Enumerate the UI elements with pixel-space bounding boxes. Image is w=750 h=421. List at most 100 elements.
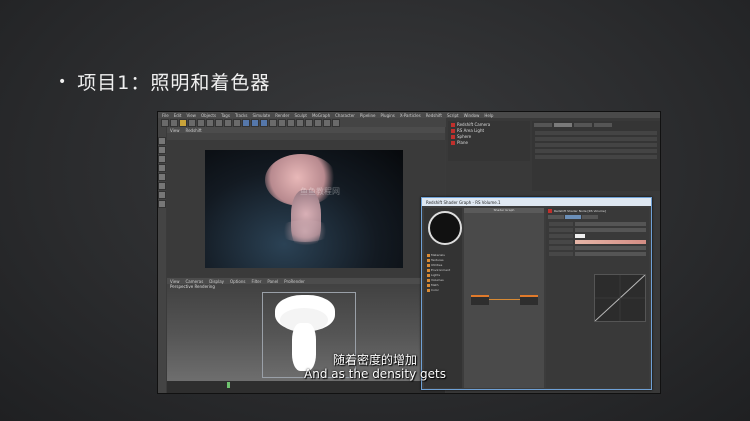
node-category[interactable]: Textures: [427, 258, 461, 262]
viewport-menu-item[interactable]: Panel: [267, 279, 278, 284]
node-category[interactable]: Math: [427, 283, 461, 287]
attribute-field[interactable]: [535, 137, 657, 141]
menu-item[interactable]: X-Particles: [400, 113, 421, 118]
subtitle-english: And as the density gets: [304, 367, 446, 381]
node-category[interactable]: Materials: [427, 253, 461, 257]
menu-item[interactable]: Plugins: [381, 113, 395, 118]
attribute-field[interactable]: [535, 155, 657, 159]
node-category[interactable]: Environment: [427, 268, 461, 272]
menu-item[interactable]: Character: [335, 113, 355, 118]
timeline-playhead[interactable]: [227, 382, 230, 388]
param-row[interactable]: [549, 228, 646, 232]
y-axis-icon[interactable]: [224, 118, 232, 127]
param-row[interactable]: [549, 234, 646, 238]
deformer-icon[interactable]: [305, 118, 313, 127]
menu-item[interactable]: Edit: [174, 113, 182, 118]
node-category[interactable]: Lights: [427, 273, 461, 277]
param-row[interactable]: [549, 222, 646, 226]
slide-title: • 项目1：照明和着色器: [58, 68, 270, 95]
attribute-tab[interactable]: [594, 123, 612, 127]
attribute-field[interactable]: [535, 149, 657, 153]
edges-mode-icon[interactable]: [158, 173, 166, 181]
model-mode-icon[interactable]: [158, 146, 166, 154]
menu-item[interactable]: View: [186, 113, 196, 118]
scale-tool-icon[interactable]: [197, 118, 205, 127]
node-category[interactable]: Volumes: [427, 278, 461, 282]
attribute-field[interactable]: [535, 143, 657, 147]
node-tab[interactable]: [565, 215, 581, 219]
object-row[interactable]: RS Area Light: [448, 128, 530, 133]
menu-item[interactable]: File: [162, 113, 169, 118]
select-tool-icon[interactable]: [179, 118, 187, 127]
viewport-menu-item[interactable]: View: [170, 128, 180, 133]
camera-icon[interactable]: [323, 118, 331, 127]
viewport-menu-item[interactable]: Cameras: [186, 279, 204, 284]
node-category-list: Materials Textures Utilities Environment…: [427, 252, 461, 292]
attribute-tab[interactable]: [574, 123, 592, 127]
menu-item[interactable]: Script: [447, 113, 459, 118]
snap-icon[interactable]: [158, 200, 166, 208]
attribute-tab[interactable]: [534, 123, 552, 127]
z-axis-icon[interactable]: [233, 118, 241, 127]
viewport-label: Perspective Rendering: [170, 284, 215, 289]
menu-item[interactable]: MoGraph: [312, 113, 330, 118]
render-icon[interactable]: [251, 118, 259, 127]
attribute-field[interactable]: [535, 131, 657, 135]
viewport-menu-item[interactable]: Filter: [251, 279, 261, 284]
menu-item[interactable]: Pipeline: [360, 113, 376, 118]
viewport-menu-item[interactable]: Options: [230, 279, 245, 284]
object-row[interactable]: Redshift Camera: [448, 122, 530, 127]
param-row[interactable]: [549, 246, 646, 250]
node-category[interactable]: Color: [427, 288, 461, 292]
object-row[interactable]: Sphere: [448, 134, 530, 139]
polygons-mode-icon[interactable]: [158, 182, 166, 190]
param-row[interactable]: [549, 240, 646, 244]
menu-item[interactable]: Sculpt: [294, 113, 307, 118]
menu-item[interactable]: Tags: [221, 113, 230, 118]
cloner-icon[interactable]: [296, 118, 304, 127]
undo-icon[interactable]: [161, 118, 169, 127]
param-row[interactable]: [549, 252, 646, 256]
menu-item[interactable]: Render: [275, 113, 289, 118]
node-tab[interactable]: [548, 215, 564, 219]
output-node[interactable]: [520, 295, 538, 305]
cube-icon[interactable]: [269, 118, 277, 127]
subtitle-chinese: 随着密度的增加: [332, 353, 417, 367]
viewport-toolbar: [167, 133, 445, 140]
timeline[interactable]: [167, 381, 445, 393]
menu-item[interactable]: Tracks: [235, 113, 248, 118]
menu-item[interactable]: Objects: [201, 113, 216, 118]
subdivision-icon[interactable]: [287, 118, 295, 127]
x-axis-icon[interactable]: [215, 118, 223, 127]
floor-icon[interactable]: [314, 118, 322, 127]
density-ramp-curve[interactable]: [594, 274, 646, 322]
texture-mode-icon[interactable]: [158, 155, 166, 163]
redo-icon[interactable]: [170, 118, 178, 127]
menu-item[interactable]: Simulate: [253, 113, 271, 118]
viewport-menu-item[interactable]: View: [170, 279, 180, 284]
axis-mode-icon[interactable]: [158, 191, 166, 199]
render-viewport[interactable]: View Redshift 鱼鱼教程网: [167, 127, 445, 277]
move-tool-icon[interactable]: [188, 118, 196, 127]
object-row[interactable]: Plane: [448, 140, 530, 145]
menu-item[interactable]: Help: [484, 113, 493, 118]
viewport-menu-item[interactable]: Redshift: [186, 128, 202, 133]
render-view-icon[interactable]: [242, 118, 250, 127]
rotate-tool-icon[interactable]: [206, 118, 214, 127]
viewport-menu-item[interactable]: Display: [209, 279, 224, 284]
viewport-menu-item[interactable]: ProRender: [284, 279, 305, 284]
object-tag-icon: [451, 140, 455, 145]
light-icon[interactable]: [332, 118, 340, 127]
node-tab[interactable]: [582, 215, 598, 219]
make-editable-icon[interactable]: [158, 137, 166, 145]
volume-node[interactable]: [471, 295, 489, 305]
render-settings-icon[interactable]: [260, 118, 268, 127]
smoke-render-image: 鱼鱼教程网: [205, 150, 403, 268]
pen-icon[interactable]: [278, 118, 286, 127]
attribute-tab[interactable]: [554, 123, 572, 127]
node-category[interactable]: Utilities: [427, 263, 461, 267]
menu-item[interactable]: Window: [464, 113, 480, 118]
menu-item[interactable]: Redshift: [426, 113, 442, 118]
curve-graph: [595, 275, 645, 321]
points-mode-icon[interactable]: [158, 164, 166, 172]
